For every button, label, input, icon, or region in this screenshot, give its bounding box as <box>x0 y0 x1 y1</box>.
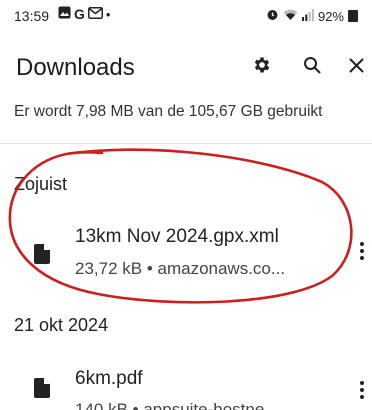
search-icon <box>304 57 321 74</box>
more-icon <box>360 242 364 246</box>
alarm-icon <box>266 8 279 24</box>
list-item[interactable]: 13km Nov 2024.gpx.xml 23,72 kB • amazona… <box>0 214 372 294</box>
file-meta: 140 kB • appsuite-hostne... <box>75 400 279 410</box>
status-icons-right: 92% <box>266 8 358 24</box>
close-button[interactable] <box>339 48 372 82</box>
divider <box>0 143 372 144</box>
battery-percent: 92% <box>317 8 344 24</box>
gmail-icon <box>87 6 103 22</box>
status-dot: • <box>105 6 111 22</box>
file-icon <box>34 378 50 398</box>
section-title-recent: Zojuist <box>14 174 68 194</box>
more-options-button[interactable] <box>351 376 372 404</box>
more-icon <box>360 381 364 385</box>
list-item[interactable]: 6km.pdf 140 kB • appsuite-hostne... <box>0 356 372 410</box>
storage-info: Er wordt 7,98 MB van de 105,67 GB gebrui… <box>14 103 323 120</box>
status-time: 13:59 <box>14 8 50 24</box>
status-bar: 13:59 G • 92% <box>0 0 372 34</box>
file-name: 13km Nov 2024.gpx.xml <box>75 226 279 247</box>
settings-icon <box>254 57 270 73</box>
close-icon <box>349 58 363 72</box>
google-icon: G <box>74 6 85 22</box>
signal-icon <box>301 8 314 24</box>
settings-button[interactable] <box>245 48 279 82</box>
file-name: 6km.pdf <box>75 368 143 389</box>
more-options-button[interactable] <box>351 237 372 265</box>
gallery-icon <box>58 6 71 22</box>
battery-icon <box>348 10 358 22</box>
search-button[interactable] <box>295 48 329 82</box>
file-meta: 23,72 kB • amazonaws.co... <box>75 259 286 278</box>
status-icons-left: G • <box>58 6 110 22</box>
wifi-icon <box>283 9 298 24</box>
page-title: Downloads <box>16 54 135 81</box>
section-title-date: 21 okt 2024 <box>14 315 109 335</box>
file-icon <box>34 244 50 264</box>
